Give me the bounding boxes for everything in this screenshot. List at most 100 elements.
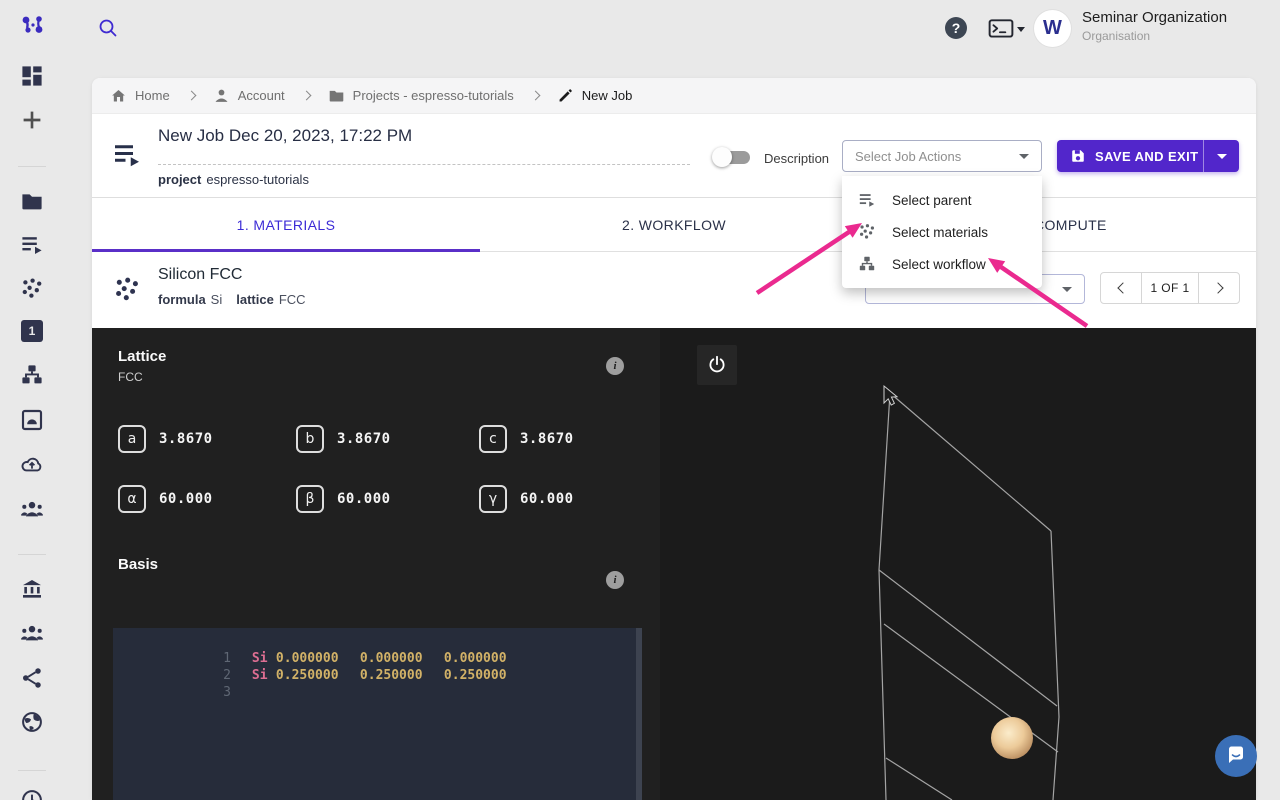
editor-scrollbar[interactable] [636, 628, 642, 800]
console-menu-button[interactable] [988, 18, 1025, 40]
prev-material-button[interactable] [1100, 272, 1142, 304]
app-logo-icon[interactable] [20, 14, 48, 42]
basis-title: Basis [118, 556, 158, 573]
material-pagination: 1 OF 1 [1100, 272, 1240, 304]
material-subtitle: formulaSilatticeFCC [158, 292, 320, 307]
top-bar: ? W Seminar Organization Organisation [0, 0, 1280, 56]
step-tabs: 1. MATERIALS 2. WORKFLOW 3. COMPUTE [92, 198, 1256, 252]
material-icon [113, 276, 141, 304]
terminal-icon [988, 18, 1014, 40]
org-block[interactable]: Seminar Organization Organisation [1082, 9, 1227, 43]
next-material-button[interactable] [1198, 272, 1240, 304]
chevron-right-icon [301, 91, 311, 101]
lattice-info-icon[interactable]: i [606, 357, 624, 375]
material-name: Silicon FCC [158, 266, 242, 284]
3d-viewer[interactable] [660, 328, 1256, 800]
tab-workflow[interactable]: 2. WORKFLOW [480, 198, 868, 251]
description-label: Description [764, 151, 829, 166]
title-underline [158, 164, 690, 165]
web-icon[interactable] [20, 710, 44, 734]
lattice-param-beta: β 60.000 [296, 485, 391, 513]
save-icon [1070, 148, 1086, 164]
dashboard-icon[interactable] [20, 64, 44, 88]
lattice-subtitle: FCC [118, 370, 143, 384]
chat-icon [1224, 744, 1248, 768]
share-icon[interactable] [20, 666, 44, 690]
chevron-right-icon [530, 91, 540, 101]
chevron-down-icon [1017, 27, 1025, 32]
pencil-icon [557, 87, 574, 104]
lattice-title: Lattice [118, 348, 166, 365]
lattice-basis-panel: Lattice FCC i a 3.8670 b 3.8670 c 3.8670 [92, 328, 660, 800]
lattice-param-gamma: γ 60.000 [479, 485, 574, 513]
main-content-card: Home Account Projects - espresso-tutoria… [92, 78, 1256, 800]
person-icon [213, 87, 230, 104]
jobs-icon [858, 191, 876, 209]
job-header: New Job Dec 20, 2023, 17:22 PM projectes… [92, 114, 1256, 198]
save-and-exit-button[interactable]: SAVE AND EXIT [1057, 140, 1239, 172]
folder-icon [328, 87, 345, 104]
job-actions-menu: Select parent Select materials Select wo… [842, 176, 1042, 288]
basis-code-editor[interactable]: 1Si0.0000000.0000000.000000 2Si0.2500000… [113, 628, 642, 800]
job-actions-select[interactable]: Select Job Actions [842, 140, 1042, 172]
menu-item-select-parent[interactable]: Select parent [842, 184, 1042, 216]
org-name: Seminar Organization [1082, 9, 1227, 26]
sidebar-divider [18, 770, 46, 771]
chevron-down-icon [1019, 154, 1029, 159]
app-root: ? W Seminar Organization Organisation 1 [0, 0, 1280, 800]
tab-materials[interactable]: 1. MATERIALS [92, 198, 480, 251]
org-type: Organisation [1082, 29, 1227, 43]
chevron-down-icon [1217, 154, 1227, 159]
chevron-right-icon [186, 91, 196, 101]
help-icon[interactable]: ? [945, 17, 967, 39]
pagination-count: 1 OF 1 [1142, 272, 1198, 304]
materials-icon[interactable] [20, 277, 44, 301]
menu-item-select-materials[interactable]: Select materials [842, 216, 1042, 248]
chevron-right-icon [1212, 282, 1223, 293]
breadcrumb: Home Account Projects - espresso-tutoria… [92, 78, 1256, 114]
chevron-left-icon [1117, 282, 1128, 293]
help-glyph: ? [952, 20, 961, 36]
avatar[interactable]: W [1034, 10, 1071, 47]
save-options-button[interactable] [1203, 140, 1239, 172]
lattice-param-alpha: α 60.000 [118, 485, 213, 513]
menu-item-select-workflow[interactable]: Select workflow [842, 248, 1042, 280]
workflows-icon[interactable] [20, 363, 44, 387]
import-icon[interactable] [20, 408, 44, 432]
breadcrumb-project[interactable]: Projects - espresso-tutorials [328, 87, 514, 104]
lattice-param-c: c 3.8670 [479, 425, 574, 453]
power-icon [706, 354, 728, 376]
material-header-row: Silicon FCC formulaSilatticeFCC 1 OF 1 [92, 252, 1256, 328]
workflow-icon [858, 255, 876, 273]
sidebar-divider [18, 166, 46, 167]
chevron-down-icon [1062, 287, 1072, 292]
lattice-param-b: b 3.8670 [296, 425, 391, 453]
left-sidebar: 1 [0, 56, 64, 800]
cloud-upload-icon[interactable] [20, 453, 44, 477]
description-toggle[interactable] [712, 146, 754, 168]
code-line: 1Si0.0000000.0000000.000000 [113, 633, 642, 650]
job-type-icon [112, 140, 142, 170]
viewer-power-button[interactable] [697, 345, 737, 385]
search-icon[interactable] [96, 16, 120, 40]
material-editor-area: Lattice FCC i a 3.8670 b 3.8670 c 3.8670 [92, 328, 1256, 800]
chat-launcher[interactable] [1215, 735, 1257, 777]
history-icon[interactable] [20, 788, 44, 800]
people-icon[interactable] [20, 621, 44, 645]
projects-folder-icon[interactable] [20, 189, 44, 213]
materials-icon [858, 223, 876, 241]
breadcrumb-new-job[interactable]: New Job [557, 87, 633, 104]
home-icon [110, 87, 127, 104]
job-title[interactable]: New Job Dec 20, 2023, 17:22 PM [158, 126, 412, 146]
add-icon[interactable] [20, 108, 44, 132]
materials-bank-icon[interactable]: 1 [21, 320, 43, 342]
sidebar-divider [18, 554, 46, 555]
basis-info-icon[interactable]: i [606, 571, 624, 589]
lattice-param-a: a 3.8670 [118, 425, 213, 453]
jobs-icon[interactable] [20, 233, 44, 257]
project-line: projectespresso-tutorials [158, 172, 309, 187]
breadcrumb-account[interactable]: Account [213, 87, 285, 104]
institution-icon[interactable] [20, 577, 44, 601]
team-icon[interactable] [20, 497, 44, 521]
breadcrumb-home[interactable]: Home [110, 87, 170, 104]
